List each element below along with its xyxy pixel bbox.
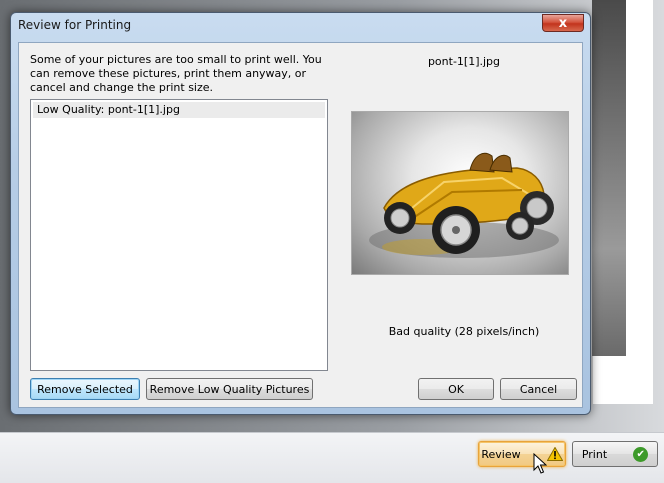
ok-button[interactable]: OK (418, 378, 494, 400)
remove-selected-button[interactable]: Remove Selected (30, 378, 140, 400)
print-preview-image (592, 0, 626, 356)
warning-icon (546, 447, 563, 461)
quality-text: Bad quality (28 pixels/inch) (388, 325, 540, 338)
picture-preview (351, 111, 569, 275)
dialog-title: Review for Printing (18, 18, 132, 32)
dialog-description: Some of your pictures are too small to p… (30, 53, 322, 94)
print-button[interactable]: Print ✔ (572, 441, 658, 467)
remove-low-quality-button[interactable]: Remove Low Quality Pictures (146, 378, 313, 400)
review-button-label: Review (481, 447, 521, 461)
mouse-cursor-icon (533, 453, 547, 474)
close-button[interactable]: x (542, 14, 584, 32)
review-button[interactable]: Review (478, 441, 566, 467)
print-button-label: Print (581, 447, 608, 461)
checkmark-icon: ✔ (633, 446, 649, 462)
preview-filename: pont-1[1].jpg (427, 55, 501, 68)
review-for-printing-dialog: Review for Printing x Some of your pictu… (10, 12, 591, 415)
cancel-button[interactable]: Cancel (500, 378, 577, 400)
car-thumbnail-image (369, 152, 559, 258)
dialog-client-area: Some of your pictures are too small to p… (18, 42, 583, 408)
list-item[interactable]: Low Quality: pont-1[1].jpg (33, 102, 325, 118)
low-quality-list[interactable]: Low Quality: pont-1[1].jpg (30, 99, 328, 371)
